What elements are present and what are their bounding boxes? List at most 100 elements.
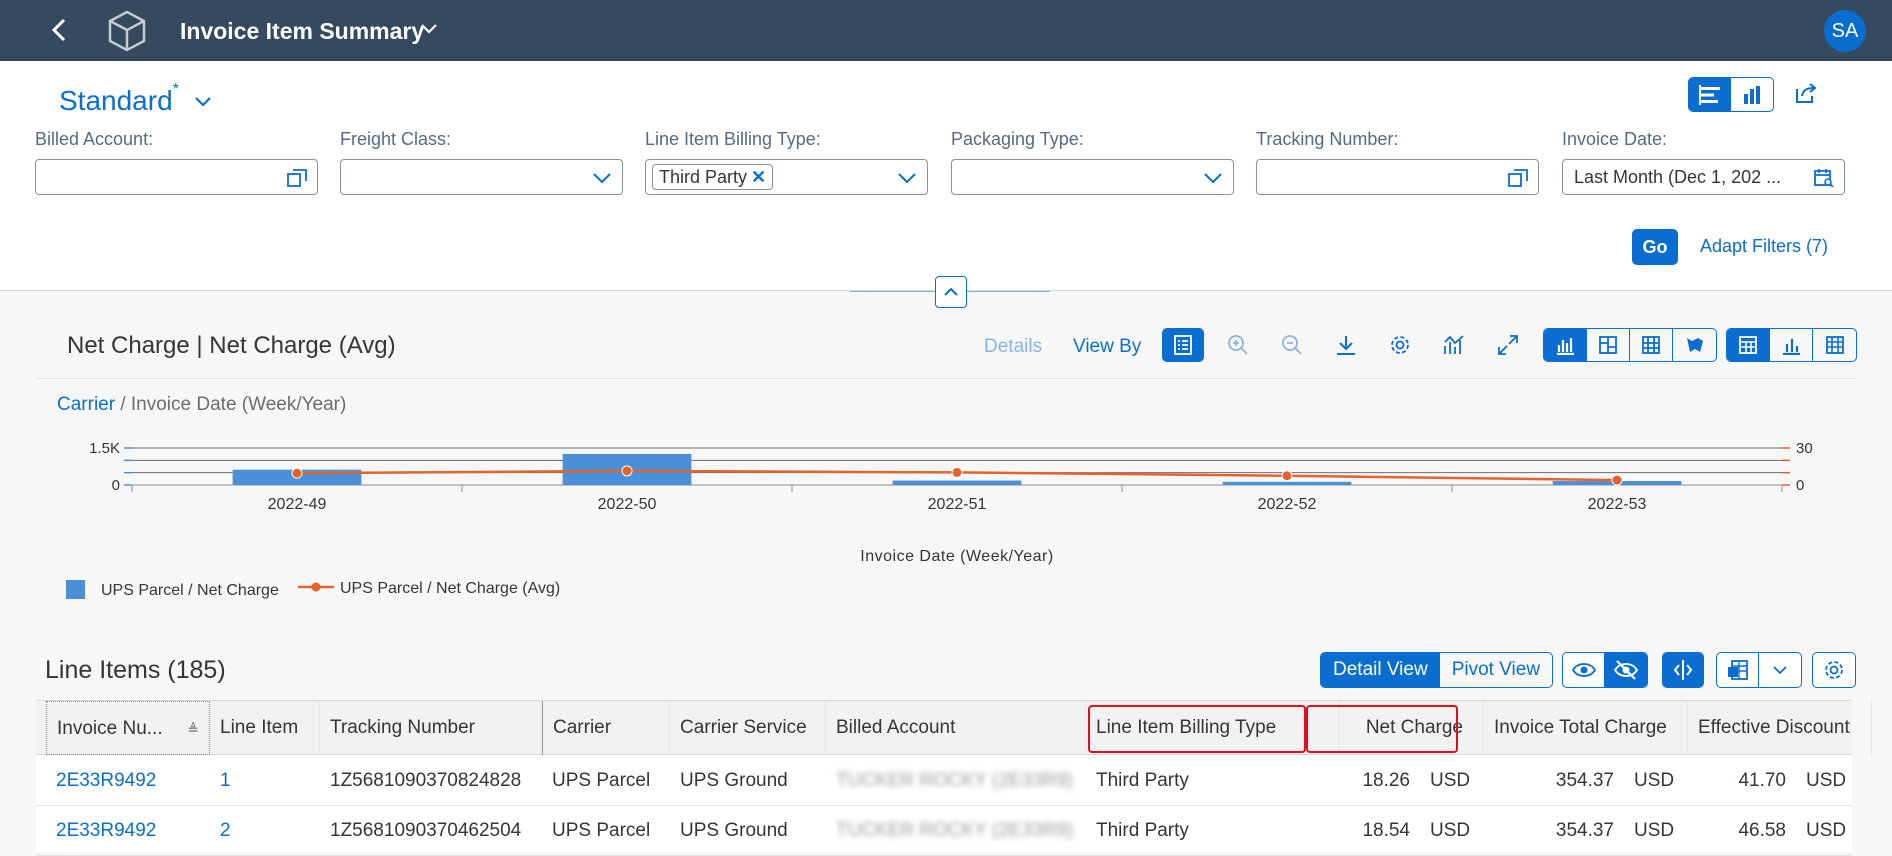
value-help-icon[interactable]: [287, 169, 307, 187]
invoice-date-picker[interactable]: Last Month (Dec 1, 202 ...: [1562, 159, 1845, 195]
carrier-service-cell: UPS Ground: [680, 820, 788, 841]
value-help-icon[interactable]: [1508, 169, 1528, 187]
filter-tracking-number: Tracking Number:: [1256, 129, 1539, 195]
chevron-down-icon[interactable]: [592, 169, 612, 187]
filter-view-button[interactable]: [1689, 78, 1731, 111]
share-icon[interactable]: [1794, 81, 1818, 105]
export-menu-button[interactable]: [1759, 653, 1801, 687]
collapse-header-button[interactable]: [935, 276, 967, 308]
col-carrier[interactable]: Carrier: [542, 701, 670, 755]
table-row[interactable]: 2E33R9492 1 1Z5681090370824828 UPS Parce…: [36, 756, 1852, 806]
view-switch[interactable]: Detail View Pivot View: [1320, 652, 1554, 688]
bar: [892, 480, 1022, 485]
drill-button[interactable]: [1435, 328, 1473, 362]
table-settings-wrap[interactable]: [1812, 652, 1856, 688]
breadcrumb-link-carrier[interactable]: Carrier: [57, 394, 115, 415]
billing-type-cell: Third Party: [1096, 820, 1189, 841]
zoom-out-button[interactable]: [1273, 328, 1311, 362]
col-invoice-number[interactable]: Invoice Nu... ≜: [46, 701, 210, 755]
download-icon: [1337, 336, 1355, 355]
x-tick-label: 2022-49: [268, 496, 327, 513]
eye-off-icon: [1614, 660, 1638, 680]
pivot-view-button[interactable]: Pivot View: [1440, 653, 1552, 687]
y-left-tick-label: 0: [112, 477, 120, 494]
billing-type-multiselect[interactable]: Third Party ✕: [645, 159, 928, 195]
billing-type-token[interactable]: Third Party ✕: [652, 164, 774, 190]
filter-label: Packaging Type:: [951, 129, 1084, 149]
visibility-group[interactable]: [1562, 652, 1648, 688]
column-chart-button[interactable]: [1544, 329, 1587, 361]
combo-chart[interactable]: 2022-49 2022-50 2022-51 2022-52 2022-53 0 1.5K…: [0, 430, 1892, 610]
fullscreen-icon: [1498, 335, 1518, 355]
col-carrier-service[interactable]: Carrier Service: [670, 701, 826, 755]
go-button[interactable]: Go: [1632, 229, 1678, 265]
details-button[interactable]: Details: [984, 336, 1042, 358]
discount-cell: 46.58: [1738, 820, 1786, 841]
column-chart-icon: [1557, 338, 1574, 355]
app-title[interactable]: Invoice Item Summary: [180, 18, 424, 45]
col-effective-discount[interactable]: Effective Discount: [1688, 701, 1872, 755]
back-icon[interactable]: [48, 16, 72, 44]
split-button-wrap[interactable]: [1662, 652, 1704, 688]
detail-view-button[interactable]: Detail View: [1321, 653, 1440, 687]
remove-token-icon[interactable]: ✕: [751, 167, 766, 187]
table-settings-button[interactable]: [1813, 653, 1855, 687]
chevron-down-icon[interactable]: [194, 95, 212, 109]
chart-settings-button[interactable]: [1381, 328, 1419, 362]
chart-table-button[interactable]: [1727, 329, 1770, 361]
y-right-tick-label: 30: [1796, 440, 1813, 457]
chevron-down-icon[interactable]: [420, 22, 438, 36]
fullscreen-button[interactable]: [1489, 328, 1527, 362]
filter-invoice-date: Invoice Date: Last Month (Dec 1, 202 ...: [1562, 129, 1845, 195]
legend-toggle-button[interactable]: [1162, 328, 1204, 362]
view-by-button[interactable]: View By: [1073, 336, 1141, 358]
line-point: [1611, 474, 1623, 486]
filter-billed-account: Billed Account:: [35, 129, 318, 195]
table-title: Line Items (185): [45, 656, 226, 684]
calendar-search-icon[interactable]: [1814, 169, 1834, 187]
total-charge-currency: USD: [1634, 770, 1675, 791]
table-only-button[interactable]: [1813, 329, 1856, 361]
export-button[interactable]: [1717, 653, 1759, 687]
invoice-number-link[interactable]: 2E33R9492: [46, 756, 210, 806]
freight-class-select[interactable]: [340, 159, 623, 195]
tracking-number-input[interactable]: [1256, 159, 1539, 195]
line-item-link[interactable]: 2: [210, 806, 320, 856]
sort-icon: ≜: [187, 721, 199, 737]
chart-type-group[interactable]: [1543, 328, 1717, 362]
zoom-in-button[interactable]: [1219, 328, 1257, 362]
legend-item-net-charge[interactable]: UPS Parcel / Net Charge: [66, 580, 279, 600]
user-avatar[interactable]: SA: [1824, 10, 1866, 52]
net-charge-cell: 18.26: [1362, 770, 1410, 791]
adapt-filters-button[interactable]: Adapt Filters (7): [1700, 236, 1828, 257]
packaging-type-select[interactable]: [951, 159, 1234, 195]
variant-selector[interactable]: Standard*: [59, 81, 179, 117]
chevron-down-icon[interactable]: [897, 169, 917, 187]
col-invoice-total-charge[interactable]: Invoice Total Charge: [1484, 701, 1688, 755]
chevron-down-icon[interactable]: [1203, 169, 1223, 187]
billed-account-input[interactable]: [35, 159, 318, 195]
stacked-chart-button[interactable]: [1587, 329, 1630, 361]
col-line-item[interactable]: Line Item: [210, 701, 320, 755]
split-view-button[interactable]: [1663, 653, 1703, 687]
invoice-number-link[interactable]: 2E33R9492: [46, 806, 210, 856]
legend-item-net-charge-avg[interactable]: UPS Parcel / Net Charge (Avg): [296, 580, 560, 598]
map-chart-button[interactable]: [1673, 329, 1716, 361]
export-group[interactable]: [1716, 652, 1802, 688]
col-tracking-number[interactable]: Tracking Number: [320, 701, 542, 755]
line-item-link[interactable]: 1: [210, 756, 320, 806]
display-mode-group[interactable]: [1726, 328, 1857, 362]
legend-swatch-bar: [66, 580, 85, 599]
heatmap-chart-button[interactable]: [1630, 329, 1673, 361]
show-button[interactable]: [1563, 653, 1605, 687]
hide-button[interactable]: [1605, 653, 1647, 687]
token-text: Third Party: [659, 167, 748, 187]
col-billed-account[interactable]: Billed Account: [826, 701, 1086, 755]
table-row[interactable]: 2E33R9492 2 1Z5681090370462504 UPS Parce…: [36, 806, 1852, 856]
total-charge-currency: USD: [1634, 820, 1675, 841]
header-view-toggle[interactable]: [1688, 77, 1774, 112]
line-point: [291, 467, 303, 479]
chart-only-button[interactable]: [1770, 329, 1813, 361]
download-button[interactable]: [1327, 328, 1365, 362]
chart-view-button[interactable]: [1731, 78, 1773, 111]
